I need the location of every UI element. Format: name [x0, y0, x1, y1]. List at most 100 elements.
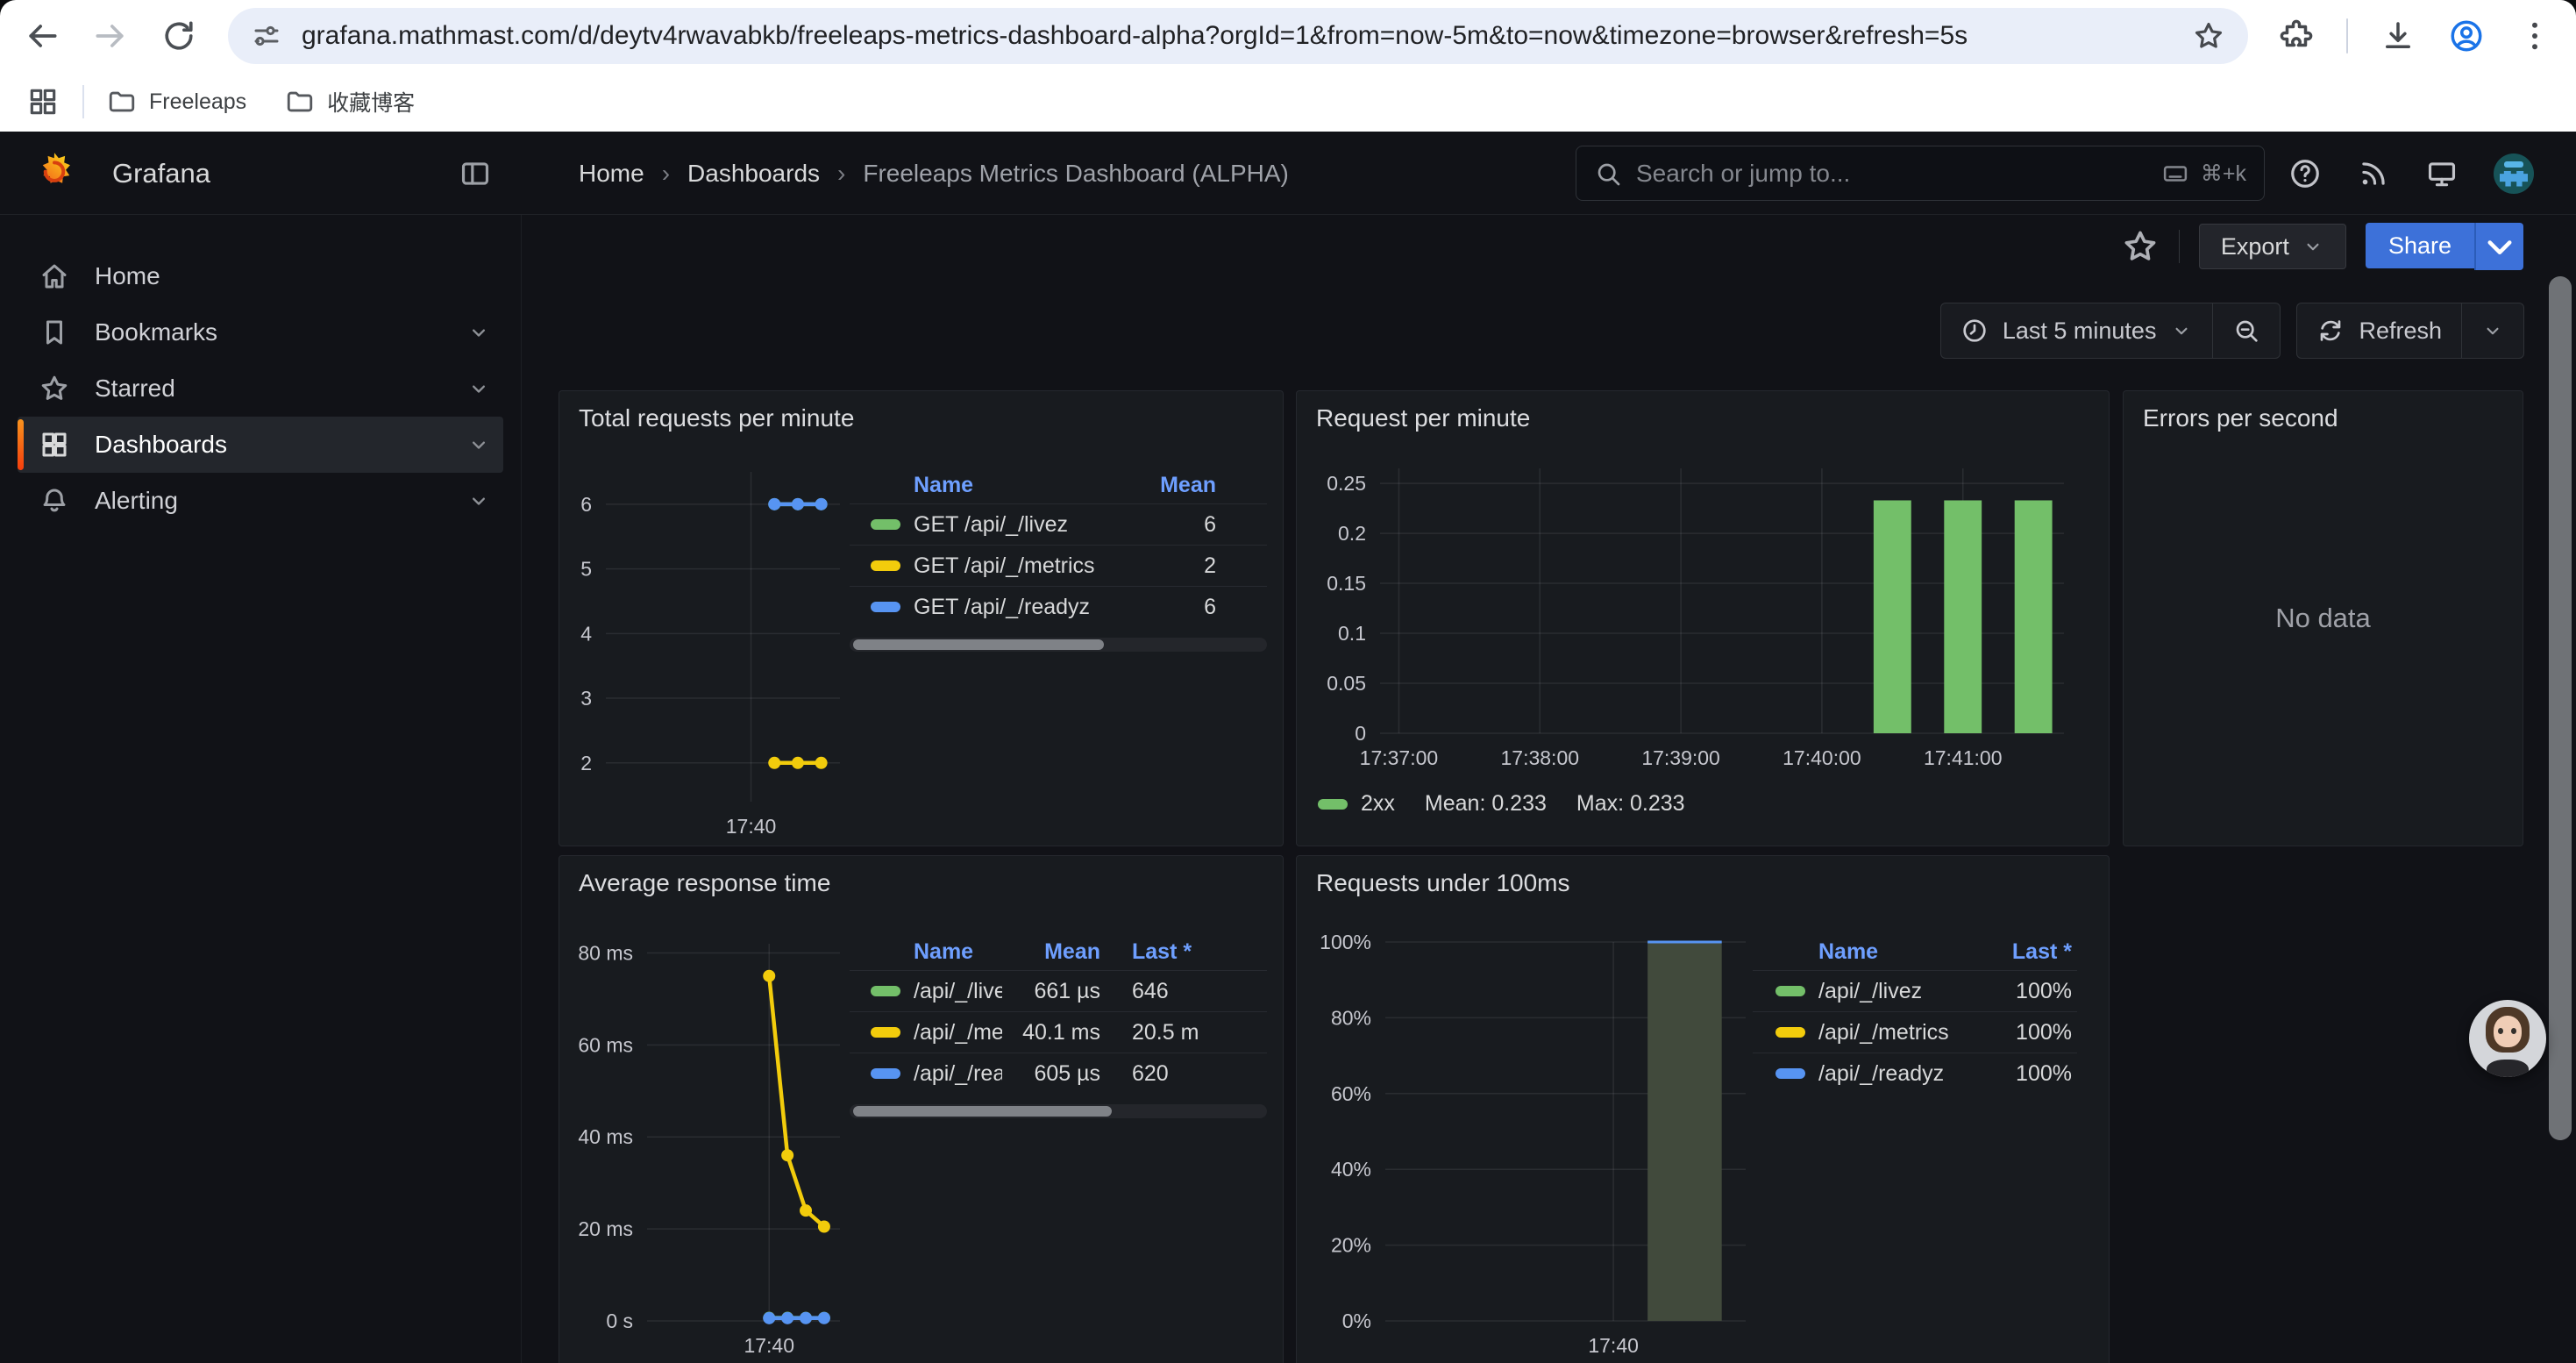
series-color-chip[interactable]: [871, 602, 900, 612]
svg-text:4: 4: [580, 622, 592, 645]
toolbar-divider: [2346, 18, 2348, 54]
series-color-chip[interactable]: [1775, 1027, 1805, 1038]
legend-mean: Mean: 0.233: [1425, 791, 1547, 817]
site-settings-icon[interactable]: [251, 20, 282, 52]
panel-avg-response-time: Average response time 0 s20 ms40 ms60 ms…: [559, 855, 1284, 1363]
grafana-logo-icon[interactable]: [30, 149, 79, 198]
sidebar-item-home[interactable]: Home: [18, 248, 503, 304]
downloads-icon[interactable]: [2380, 18, 2416, 54]
chevron-down-icon[interactable]: [466, 376, 491, 401]
breadcrumb-item[interactable]: Dashboards: [687, 160, 820, 188]
breadcrumb-separator: ›: [837, 160, 845, 188]
page-scrollbar[interactable]: [2549, 276, 2572, 1140]
series-name[interactable]: /api/_/livez: [1818, 979, 1968, 1004]
legend-header[interactable]: Mean: [1072, 473, 1267, 498]
grafana-top-nav: Grafana Home › Dashboards › Freeleaps Metric…: [0, 132, 2576, 215]
legend-header[interactable]: Name: [1775, 939, 1925, 965]
request-per-minute-chart[interactable]: 00.050.10.150.20.2517:37:0017:38:0017:39…: [1297, 391, 2109, 846]
series-name[interactable]: /api/_/metrics: [1818, 1020, 1968, 1045]
apps-grid-icon[interactable]: [26, 85, 60, 118]
toolbar-vdivider: [2179, 230, 2180, 263]
screen-icon[interactable]: [2425, 157, 2459, 190]
extensions-icon[interactable]: [2278, 18, 2315, 54]
legend-header[interactable]: Name: [871, 939, 1002, 965]
series-name[interactable]: /api/_/livez: [914, 979, 1002, 1004]
forward-button[interactable]: [91, 17, 130, 55]
time-range-picker[interactable]: Last 5 minutes: [1941, 303, 2213, 358]
share-button-group: Share: [2366, 223, 2523, 270]
profile-icon[interactable]: [2448, 18, 2485, 54]
series-name[interactable]: GET /api/_/readyz: [914, 595, 1115, 620]
legend-header[interactable]: Name: [871, 473, 1072, 498]
share-menu-button[interactable]: [2474, 223, 2523, 270]
bookmark-item[interactable]: Freeleaps: [107, 87, 246, 117]
series-name[interactable]: GET /api/_/metrics: [914, 553, 1115, 579]
sidebar-item-label: Dashboards: [95, 431, 227, 459]
panel-request-per-minute: Request per minute 00.050.10.150.20.2517…: [1296, 390, 2110, 846]
url-bar[interactable]: grafana.mathmast.com/d/deytv4rwavabkb/fr…: [228, 8, 2248, 64]
favorite-star-icon[interactable]: [2121, 227, 2160, 266]
menu-kebab-icon[interactable]: [2516, 18, 2553, 54]
series-color-chip[interactable]: [871, 1068, 900, 1079]
series-color-chip[interactable]: [871, 986, 900, 996]
search-box[interactable]: ⌘+k: [1576, 146, 2265, 201]
bell-icon: [39, 485, 70, 517]
no-data-message: No data: [2124, 391, 2523, 846]
breadcrumb-item[interactable]: Home: [579, 160, 644, 188]
refresh-sync-icon: [2316, 317, 2345, 345]
legend-item[interactable]: 2xx: [1318, 791, 1395, 817]
series-value: 646: [1100, 979, 1267, 1004]
panel-errors-per-second: Errors per second No data: [2123, 390, 2523, 846]
chevron-down-icon: [2481, 319, 2504, 342]
sidebar-item-starred[interactable]: Starred: [18, 360, 503, 417]
bookmark-star-icon[interactable]: [2192, 19, 2225, 53]
refresh-button[interactable]: Refresh: [2297, 303, 2461, 358]
user-avatar[interactable]: [2494, 153, 2534, 194]
svg-text:17:37:00: 17:37:00: [1360, 746, 1439, 769]
series-name[interactable]: /api/_/metrics: [914, 1020, 1002, 1045]
chevron-down-icon[interactable]: [466, 489, 491, 513]
legend-header[interactable]: Last *: [1100, 939, 1267, 965]
assistant-avatar[interactable]: [2469, 1000, 2546, 1077]
breadcrumb-item: Freeleaps Metrics Dashboard (ALPHA): [863, 160, 1289, 188]
sidebar-item-dashboards[interactable]: Dashboards: [18, 417, 503, 473]
breadcrumb-separator: ›: [662, 160, 670, 188]
requests-under-100ms-chart[interactable]: 0%20%40%60%80%100%17:40: [1297, 856, 2109, 1363]
news-rss-icon[interactable]: [2357, 157, 2390, 190]
legend-scrollbar[interactable]: [850, 1104, 1267, 1118]
reload-button[interactable]: [160, 17, 198, 55]
series-color-chip[interactable]: [871, 1027, 900, 1038]
shortcut-label: ⌘+k: [2201, 161, 2246, 187]
chevron-down-icon[interactable]: [466, 320, 491, 345]
search-input[interactable]: [1636, 160, 2160, 188]
sidebar-collapse-icon[interactable]: [459, 157, 492, 190]
product-name: Grafana: [112, 158, 210, 189]
series-color-chip[interactable]: [871, 519, 900, 530]
series-name[interactable]: GET /api/_/livez: [914, 512, 1115, 538]
bookmark-item[interactable]: 收藏博客: [285, 86, 415, 118]
help-icon[interactable]: [2288, 157, 2322, 190]
series-name[interactable]: /api/_/readyz: [914, 1061, 1002, 1087]
series-color-chip[interactable]: [1775, 986, 1805, 996]
page-url[interactable]: grafana.mathmast.com/d/deytv4rwavabkb/fr…: [302, 21, 2176, 51]
legend-header[interactable]: Last *: [1925, 939, 2077, 965]
share-button[interactable]: Share: [2366, 223, 2474, 268]
sidebar-item-alerting[interactable]: Alerting: [18, 473, 503, 529]
series-name[interactable]: /api/_/readyz: [1818, 1061, 1968, 1087]
back-button[interactable]: [23, 17, 61, 55]
svg-text:0.25: 0.25: [1327, 472, 1366, 495]
series-color-chip[interactable]: [1775, 1068, 1805, 1079]
refresh-interval-button[interactable]: [2461, 303, 2523, 358]
series-color-chip[interactable]: [871, 560, 900, 571]
legend-scrollbar[interactable]: [850, 638, 1267, 652]
sidebar-item-bookmarks[interactable]: Bookmarks: [18, 304, 503, 360]
svg-text:20%: 20%: [1331, 1234, 1371, 1257]
legend-header[interactable]: Mean: [1002, 939, 1100, 965]
bookmark-label: Freeleaps: [149, 89, 246, 115]
legend-row: /api/_/metrics100%: [1753, 1011, 2077, 1053]
zoom-out-button[interactable]: [2212, 303, 2280, 358]
bookmark-icon: [39, 317, 70, 348]
series-value: 100%: [1968, 979, 2077, 1004]
chevron-down-icon[interactable]: [466, 432, 491, 457]
export-button[interactable]: Export: [2199, 224, 2346, 269]
